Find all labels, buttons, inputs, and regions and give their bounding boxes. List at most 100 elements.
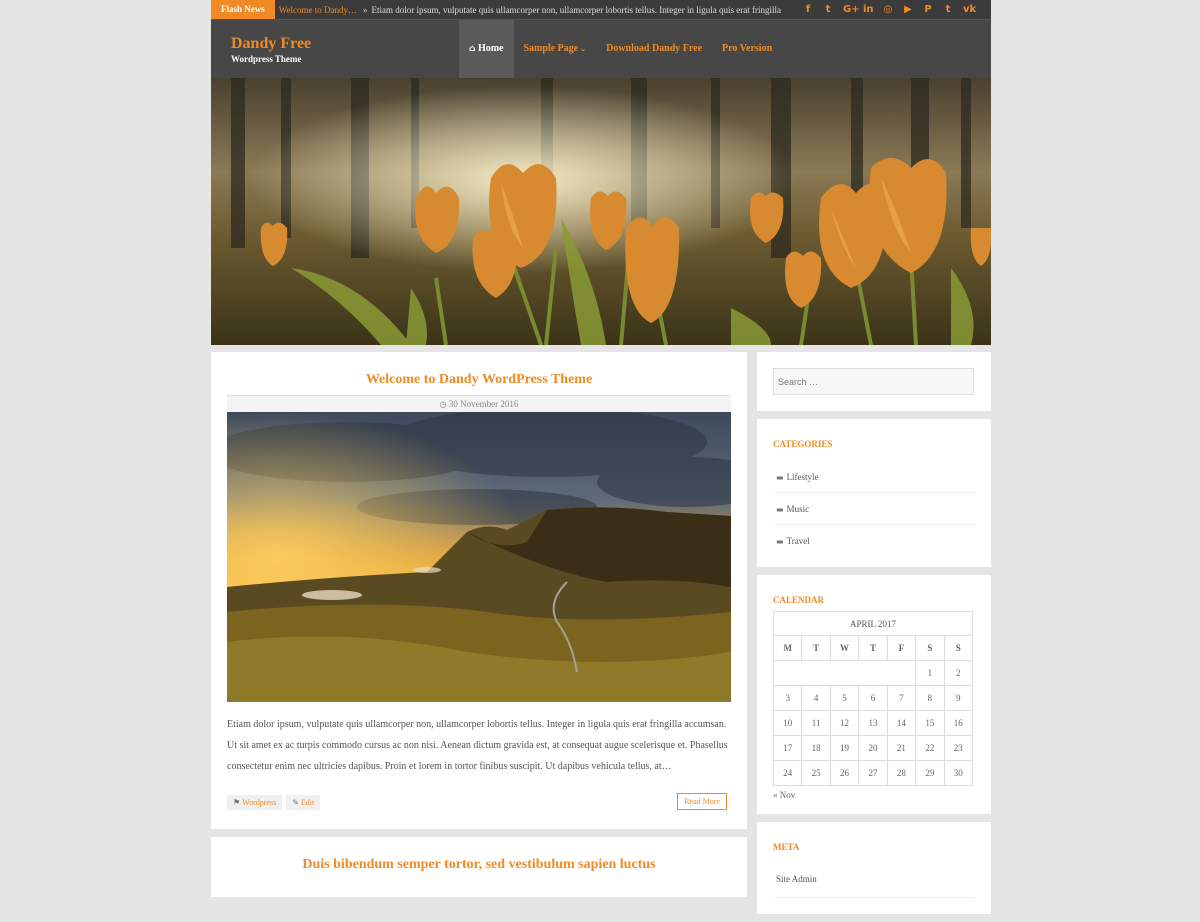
calendar-day: 19 [829, 735, 860, 761]
calendar-day: 26 [829, 760, 860, 786]
category-label: Lifestyle [786, 472, 819, 482]
calendar-week: 12 [772, 660, 974, 686]
nav-item-label: Home [477, 43, 504, 54]
post-meta: ◷ 30 November 2016 [227, 395, 731, 412]
calendar-day-header: S [915, 635, 945, 661]
main-navigation: ⌂ Home Sample Page ⌄ Download Dandy Free … [459, 20, 782, 78]
post-footer: ⚑ Wordpress ✎ Edit Read More [227, 793, 731, 811]
calendar-day: 7 [886, 685, 917, 711]
nav-item-sample-page[interactable]: Sample Page ⌄ [514, 20, 597, 78]
main-content: Welcome to Dandy WordPress Theme ◷ 30 No… [211, 352, 747, 897]
site-header: Dandy Free Wordpress Theme ⌂ Home Sample… [211, 19, 991, 78]
google-plus-icon[interactable]: G+ [843, 4, 860, 15]
nav-item-download[interactable]: Download Dandy Free [596, 20, 712, 78]
flash-news-link[interactable]: Welcome to Dandy… [279, 5, 357, 15]
post-excerpt: Etiam dolor ipsum, vulputate quis ullamc… [227, 719, 728, 772]
calendar-pad [772, 660, 917, 686]
calendar-day: 25 [801, 760, 831, 786]
calendar-day: 3 [772, 685, 803, 711]
edit-label: Edit [300, 797, 315, 807]
folder-icon: ▬ [776, 537, 784, 546]
nav-item-home[interactable]: ⌂ Home [459, 20, 514, 78]
tag-icon: ⚑ [233, 797, 241, 807]
calendar-day-header: F [886, 635, 917, 661]
category-item[interactable]: ▬ Music [773, 493, 975, 525]
youtube-icon[interactable]: ▶ [903, 4, 913, 15]
wrench-icon: ✎ [292, 797, 299, 807]
post-card: Duis bibendum semper tortor, sed vestibu… [211, 837, 747, 897]
site-branding: Dandy Free Wordpress Theme [231, 35, 311, 64]
folder-icon: ▬ [776, 473, 784, 482]
tulips-image [211, 78, 991, 345]
site-description: Wordpress Theme [231, 54, 302, 64]
linkedin-icon[interactable]: in [863, 4, 874, 15]
calendar-day: 13 [858, 710, 888, 736]
calendar-table: APRIL 2017 MTWTFSS 1 2 3 4 5 6 7 8 9 10 11 12 13 14 15… [772, 611, 974, 786]
post-card: Welcome to Dandy WordPress Theme ◷ 30 No… [211, 352, 747, 829]
nav-item-label: Pro Version [722, 43, 773, 54]
header-image [211, 78, 991, 345]
edit-link[interactable]: ✎ Edit [286, 794, 321, 810]
post-date: 30 November 2016 [448, 399, 519, 409]
folder-icon: ▬ [776, 505, 784, 514]
nav-item-pro-version[interactable]: Pro Version [712, 20, 782, 78]
calendar-day: 27 [858, 760, 888, 786]
calendar-week: 17 18 19 20 21 22 23 [772, 735, 974, 761]
tumblr-icon[interactable]: t [943, 4, 953, 15]
calendar-day: 29 [915, 760, 945, 786]
calendar-day: 22 [915, 735, 945, 761]
category-label: Music [786, 504, 810, 514]
category-label: Travel [786, 536, 810, 546]
calendar-day: 24 [772, 760, 803, 786]
category-item[interactable]: ▬ Lifestyle [773, 461, 975, 493]
calendar-day: 15 [915, 710, 945, 736]
calendar-day: 21 [886, 735, 917, 761]
sidebar: Categories ▬Lifestyle ▬Music ▬Travel Cal… [757, 352, 991, 922]
calendar-week: 3456789 [772, 685, 974, 711]
post-title[interactable]: Welcome to Dandy WordPress Theme [227, 372, 731, 388]
calendar-day: 16 [943, 710, 974, 736]
site-title[interactable]: Dandy Free [231, 35, 311, 53]
widget-title: Categories [773, 439, 833, 449]
calendar-widget: Calendar APRIL 2017 MTWTFSS 1 2 3 4 5 6 7 8 9 10 1… [757, 575, 991, 814]
calendar-day: 1 [915, 660, 945, 686]
instagram-icon[interactable]: ◎ [883, 4, 893, 15]
calendar-day-header: W [829, 635, 860, 661]
landscape-image [227, 412, 731, 702]
calendar-day: 30 [943, 760, 974, 786]
calendar-day: 10 [772, 710, 803, 736]
calendar-prev-link[interactable]: « Nov [773, 790, 975, 800]
calendar-day: 18 [801, 735, 831, 761]
home-icon: ⌂ [469, 44, 476, 54]
calendar-day: 28 [886, 760, 917, 786]
social-links: f t G+ in ◎ ▶ Pt vk [803, 0, 976, 19]
search-input[interactable] [773, 368, 974, 395]
post-title[interactable]: Duis bibendum semper tortor, sed vestibu… [211, 857, 747, 873]
flash-news-label: Flash News [211, 0, 275, 19]
calendar-day: 5 [829, 685, 860, 711]
nav-item-label: Download Dandy Free [606, 43, 703, 54]
page-wrapper: Flash News Welcome to Dandy… » Etiam dol… [211, 0, 991, 914]
pinterest-icon[interactable]: P [923, 4, 933, 15]
calendar-day: 2 [943, 660, 974, 686]
search-widget [757, 352, 991, 411]
twitter-icon[interactable]: t [823, 4, 833, 15]
post-tag-label: Wordpress [242, 797, 277, 807]
post-tag[interactable]: ⚑ Wordpress [227, 794, 283, 810]
categories-widget: Categories ▬ Lifestyle ▬ Music ▬ Travel [757, 419, 991, 567]
double-chevron-icon: » [363, 4, 368, 15]
widget-title: Meta [773, 842, 800, 852]
calendar-day: 9 [943, 685, 974, 711]
facebook-icon[interactable]: f [803, 4, 813, 15]
widget-title: Calendar [773, 595, 825, 605]
flash-news-text: Etiam dolor ipsum, vulputate quis ullamc… [371, 4, 781, 15]
calendar-day: 11 [801, 710, 831, 736]
meta-link-site-admin[interactable]: Site Admin [773, 864, 975, 898]
calendar-day: 4 [801, 685, 831, 711]
category-item[interactable]: ▬ Travel [773, 525, 975, 557]
post-featured-image[interactable] [227, 412, 731, 702]
read-more-button[interactable]: Read More [677, 793, 727, 810]
calendar-caption: APRIL 2017 [773, 611, 973, 635]
vk-icon[interactable]: vk [963, 4, 976, 15]
calendar-day-header: T [858, 635, 888, 661]
